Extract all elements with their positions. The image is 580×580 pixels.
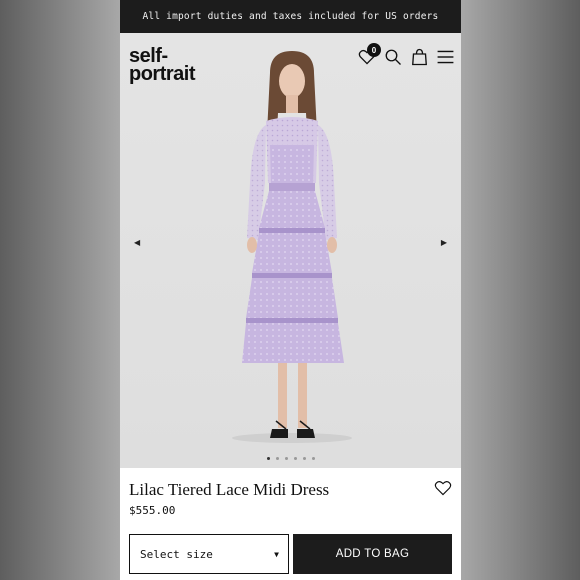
- promo-text: All import duties and taxes included for…: [142, 11, 439, 22]
- carousel-dot[interactable]: [293, 457, 297, 460]
- carousel-dot[interactable]: [302, 457, 306, 460]
- wishlist-count-badge: 0: [367, 43, 381, 57]
- chevron-down-icon: ▼: [274, 549, 279, 559]
- carousel-pagination: [120, 457, 461, 460]
- shopping-bag-button[interactable]: [409, 45, 429, 69]
- logo-line-2: portrait: [129, 63, 196, 85]
- header-icons: 0: [357, 43, 455, 69]
- size-select-label: Select size: [140, 547, 213, 561]
- add-to-wishlist-button[interactable]: [434, 480, 452, 498]
- search-icon: [385, 49, 401, 65]
- phone-screen: All import duties and taxes included for…: [120, 0, 461, 580]
- bag-icon: [411, 48, 427, 66]
- add-to-bag-label: ADD TO BAG: [335, 548, 410, 560]
- carousel-prev-arrow-icon[interactable]: ◀: [134, 238, 140, 247]
- menu-button[interactable]: [435, 45, 455, 69]
- carousel-dot[interactable]: [275, 457, 279, 460]
- product-image-carousel[interactable]: self- portrait 0 ◀ ▶: [120, 33, 461, 468]
- carousel-dot[interactable]: [284, 457, 288, 460]
- heart-outline-icon: [434, 481, 452, 496]
- brand-logo[interactable]: self- portrait: [129, 46, 196, 85]
- carousel-next-arrow-icon[interactable]: ▶: [441, 238, 447, 247]
- wishlist-button[interactable]: 0: [357, 43, 381, 69]
- product-photo: [232, 51, 352, 443]
- promo-banner: All import duties and taxes included for…: [120, 0, 461, 33]
- search-button[interactable]: [383, 45, 403, 69]
- size-select-dropdown[interactable]: Select size ▼: [129, 534, 289, 574]
- carousel-dot[interactable]: [266, 457, 270, 460]
- background-blur-left: [0, 0, 120, 580]
- product-info-panel: Lilac Tiered Lace Midi Dress $555.00 Sel…: [120, 468, 461, 580]
- product-price: $555.00: [129, 504, 176, 517]
- background-blur-right: [460, 0, 580, 580]
- carousel-dot[interactable]: [311, 457, 315, 460]
- product-title: Lilac Tiered Lace Midi Dress: [129, 480, 330, 499]
- menu-icon: [437, 50, 453, 64]
- add-to-bag-button[interactable]: ADD TO BAG: [293, 534, 452, 574]
